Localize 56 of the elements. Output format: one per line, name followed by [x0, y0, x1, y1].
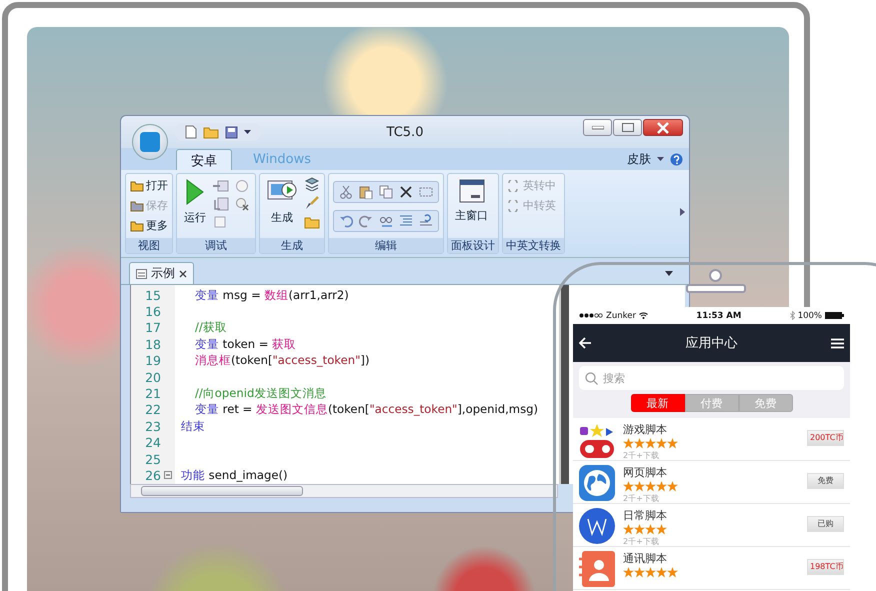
- app-name: 游戏脚本: [623, 422, 668, 437]
- document-tab[interactable]: 示例: [129, 262, 194, 284]
- line-number: 22: [144, 402, 161, 418]
- screen-title: 应用中心: [686, 335, 738, 352]
- code-line: 变量 token = 获取: [195, 336, 296, 352]
- app-list-item[interactable]: 游戏脚本 2千+下载 200TC币: [573, 418, 850, 461]
- code-line: 结束: [181, 418, 205, 434]
- ribbon-button[interactable]: 更多: [130, 217, 168, 234]
- download-count: 2千+下载: [623, 450, 660, 461]
- group-label: 中英文转换: [503, 238, 564, 253]
- code-line: 变量 msg = 数组(arr1,arr2): [195, 288, 349, 303]
- line-number: 26: [144, 468, 161, 483]
- app-list-item[interactable]: 通讯脚本 198TC币: [573, 547, 850, 590]
- code-line: 消息框(token["access_token"]): [195, 353, 370, 368]
- app-list-item[interactable]: 网页脚本 2千+下载 免费: [573, 461, 850, 504]
- app-list-item[interactable]: 日常脚本 2千+下载 已购: [573, 504, 850, 547]
- price-button[interactable]: 免费: [807, 473, 844, 489]
- status-time: 11:53 AM: [695, 310, 742, 320]
- line-number: 23: [144, 418, 161, 434]
- main-window-button[interactable]: 主窗口: [452, 177, 491, 225]
- ribbon-tab[interactable]: 安卓: [176, 149, 232, 170]
- line-number: 18: [144, 336, 161, 352]
- group-label: 调试: [177, 238, 255, 253]
- ribbon-button[interactable]: 打开: [130, 177, 168, 194]
- download-count: 2千+下载: [623, 493, 660, 504]
- group-label: 面板设计: [448, 238, 498, 253]
- segment-tab[interactable]: 最新: [630, 394, 684, 412]
- group-label: 生成: [260, 238, 324, 253]
- download-count: 2千+下载: [623, 536, 660, 547]
- line-number: 24: [144, 435, 161, 450]
- run-button[interactable]: 运行: [181, 177, 209, 227]
- battery-percent: 100%: [798, 310, 822, 320]
- price-button[interactable]: 200TC币: [807, 430, 844, 446]
- line-number: 19: [144, 353, 161, 368]
- app-name: 日常脚本: [623, 508, 668, 523]
- line-number: 25: [144, 452, 161, 467]
- line-number: 20: [144, 370, 161, 385]
- line-number: 15: [144, 288, 161, 303]
- group-label: 视图: [126, 238, 172, 253]
- code-line: 变量 ret = 发送图文信息(token["access_token"],openid,msg): [195, 402, 538, 418]
- code-line: 功能 send_image(): [181, 468, 288, 483]
- price-button[interactable]: 已购: [807, 516, 844, 532]
- app-name: 网页脚本: [623, 465, 668, 480]
- group-label: 编辑: [329, 238, 443, 253]
- line-number: 21: [144, 386, 161, 402]
- price-button[interactable]: 198TC币: [807, 559, 844, 575]
- carrier-name: Zunker: [606, 310, 636, 320]
- code-line: //向openid发送图文消息: [195, 386, 326, 402]
- code-line: //获取: [195, 320, 227, 336]
- skin-menu[interactable]: 皮肤: [627, 150, 651, 168]
- app-name: 通讯脚本: [623, 551, 668, 566]
- line-number: 16: [144, 304, 161, 320]
- line-number: 17: [144, 320, 161, 336]
- search-field[interactable]: 搜索: [579, 366, 844, 390]
- window-title: TC5.0: [386, 124, 424, 140]
- build-button[interactable]: 生成: [264, 177, 300, 227]
